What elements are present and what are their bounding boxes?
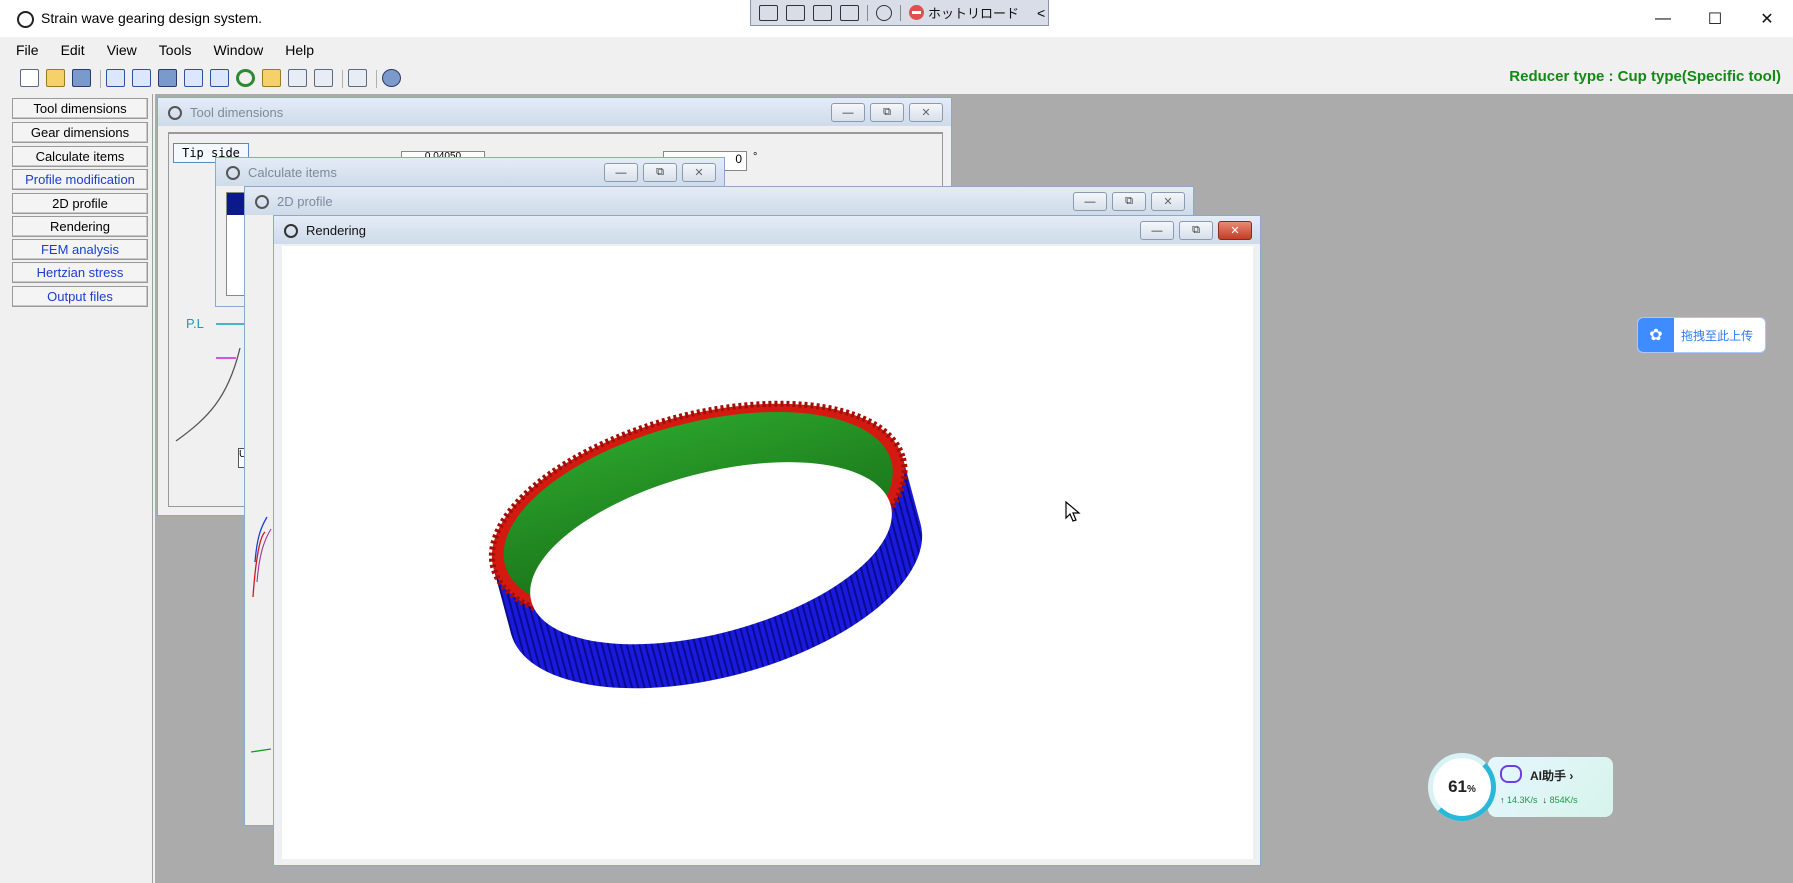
menu-file[interactable]: File [16, 42, 39, 58]
pointer-icon[interactable] [786, 4, 805, 21]
nav-fem-analysis[interactable]: FEM analysis [12, 239, 148, 260]
nav-rendering[interactable]: Rendering [12, 216, 148, 237]
window-caption: 2D profile — ⧉ ✕ [245, 187, 1193, 215]
profile-line-green [250, 748, 272, 753]
upload-speed: 14.3K/s [1507, 795, 1538, 805]
ai-assistant-widget[interactable]: AI助手 › ↑ 14.3K/s ↓ 854K/s 61% [1428, 753, 1613, 821]
track-focus-icon[interactable] [840, 4, 859, 21]
menu-edit[interactable]: Edit [61, 42, 85, 58]
separator [900, 4, 901, 21]
maximize-button[interactable]: ☐ [1689, 0, 1741, 37]
minimize-button[interactable]: — [1140, 221, 1174, 240]
minimize-button[interactable]: — [604, 163, 638, 182]
menu-view[interactable]: View [107, 42, 137, 58]
nav-output-files[interactable]: Output files [12, 286, 148, 307]
window-icon [284, 224, 298, 238]
app-logo-icon [17, 11, 34, 28]
binding-icon[interactable] [876, 4, 892, 21]
window-caption: Calculate items — ⧉ ✕ [216, 158, 724, 186]
select-element-icon[interactable] [759, 4, 778, 21]
tool-curve [175, 347, 241, 442]
hot-reload-toolbar: ホットリロード < [750, 0, 1049, 26]
cloud-upload-icon: ✿ [1638, 318, 1674, 352]
help-globe-icon[interactable] [382, 69, 401, 87]
robot-icon [1500, 765, 1522, 783]
hot-reload-button[interactable]: ホットリロード [909, 3, 1019, 22]
minimize-button[interactable]: — [1073, 192, 1107, 211]
hot-reload-label: ホットリロード [928, 6, 1020, 21]
fem-analysis-icon[interactable] [262, 69, 281, 87]
nav-calculate-items[interactable]: Calculate items [12, 146, 148, 167]
chevron-right-icon: › [1569, 769, 1574, 783]
tool-dimensions-icon[interactable] [106, 69, 125, 87]
window-title: Calculate items [248, 165, 337, 180]
graph-window-icon[interactable] [348, 69, 367, 87]
nav-gear-dimensions[interactable]: Gear dimensions [12, 122, 148, 143]
stop-icon [909, 5, 924, 20]
close-button[interactable]: ✕ [1151, 192, 1185, 211]
window-title: 2D profile [277, 194, 333, 209]
upload-label: 拖拽至此上传 [1681, 328, 1754, 343]
reducer-type-label: Reducer type : Cup type(Specific tool) [1509, 68, 1781, 85]
window-caption: Rendering — ⧉ ✕ [274, 216, 1260, 244]
assistant-name: AI助手 › [1530, 769, 1574, 783]
menu-window[interactable]: Window [213, 42, 263, 58]
output-files-icon[interactable] [314, 69, 333, 87]
nav-hertzian-stress[interactable]: Hertzian stress [12, 262, 148, 283]
hertzian-stress-icon[interactable] [288, 69, 307, 87]
rendering-icon[interactable] [236, 69, 255, 87]
mouse-cursor-icon [1065, 501, 1081, 522]
window-title: Rendering [306, 223, 366, 238]
assistant-panel[interactable]: AI助手 › ↑ 14.3K/s ↓ 854K/s [1488, 757, 1613, 817]
network-speeds: ↑ 14.3K/s ↓ 854K/s [1500, 795, 1578, 805]
rendering-window: Rendering — ⧉ ✕ [273, 215, 1261, 866]
open-folder-icon[interactable] [46, 69, 65, 87]
separator [100, 70, 101, 88]
close-button[interactable]: ✕ [1741, 0, 1793, 37]
3d-render-viewport[interactable] [282, 246, 1253, 859]
collapse-toolbar-button[interactable]: < [1037, 5, 1045, 21]
flexspline-gear-render[interactable] [282, 246, 1253, 859]
restore-button[interactable]: ⧉ [643, 163, 677, 182]
calculate-items-icon[interactable] [158, 69, 177, 87]
window-title: Strain wave gearing design system. [41, 10, 262, 26]
usage-arc [1428, 753, 1496, 821]
application-window: Strain wave gearing design system. — ☐ ✕… [0, 0, 1793, 883]
drag-upload-widget[interactable]: ✿ 拖拽至此上传 [1637, 317, 1766, 353]
close-button[interactable]: ✕ [1218, 221, 1252, 240]
minimize-button[interactable]: — [1637, 0, 1689, 37]
close-button[interactable]: ✕ [682, 163, 716, 182]
download-speed: 854K/s [1549, 795, 1578, 805]
restore-button[interactable]: ⧉ [1112, 192, 1146, 211]
nav-tool-dimensions[interactable]: Tool dimensions [12, 98, 148, 119]
save-icon[interactable] [72, 69, 91, 87]
new-file-icon[interactable] [20, 69, 39, 87]
window-icon [226, 166, 240, 180]
nav-2d-profile[interactable]: 2D profile [12, 193, 148, 214]
separator [342, 70, 343, 88]
menu-help[interactable]: Help [285, 42, 314, 58]
gear-dimensions-icon[interactable] [132, 69, 151, 87]
nav-profile-modification[interactable]: Profile modification [12, 169, 148, 190]
menu-tools[interactable]: Tools [159, 42, 192, 58]
separator [867, 4, 868, 21]
profile-modification-icon[interactable] [184, 69, 203, 87]
usage-ring[interactable]: 61% [1428, 753, 1496, 821]
menu-bar: File Edit View Tools Window Help [0, 37, 1793, 63]
restore-button[interactable]: ⧉ [1179, 221, 1213, 240]
left-navigation-panel: Tool dimensions Gear dimensions Calculat… [0, 94, 153, 883]
2d-profile-icon[interactable] [210, 69, 229, 87]
separator [376, 70, 377, 88]
layout-adorner-icon[interactable] [813, 4, 832, 21]
